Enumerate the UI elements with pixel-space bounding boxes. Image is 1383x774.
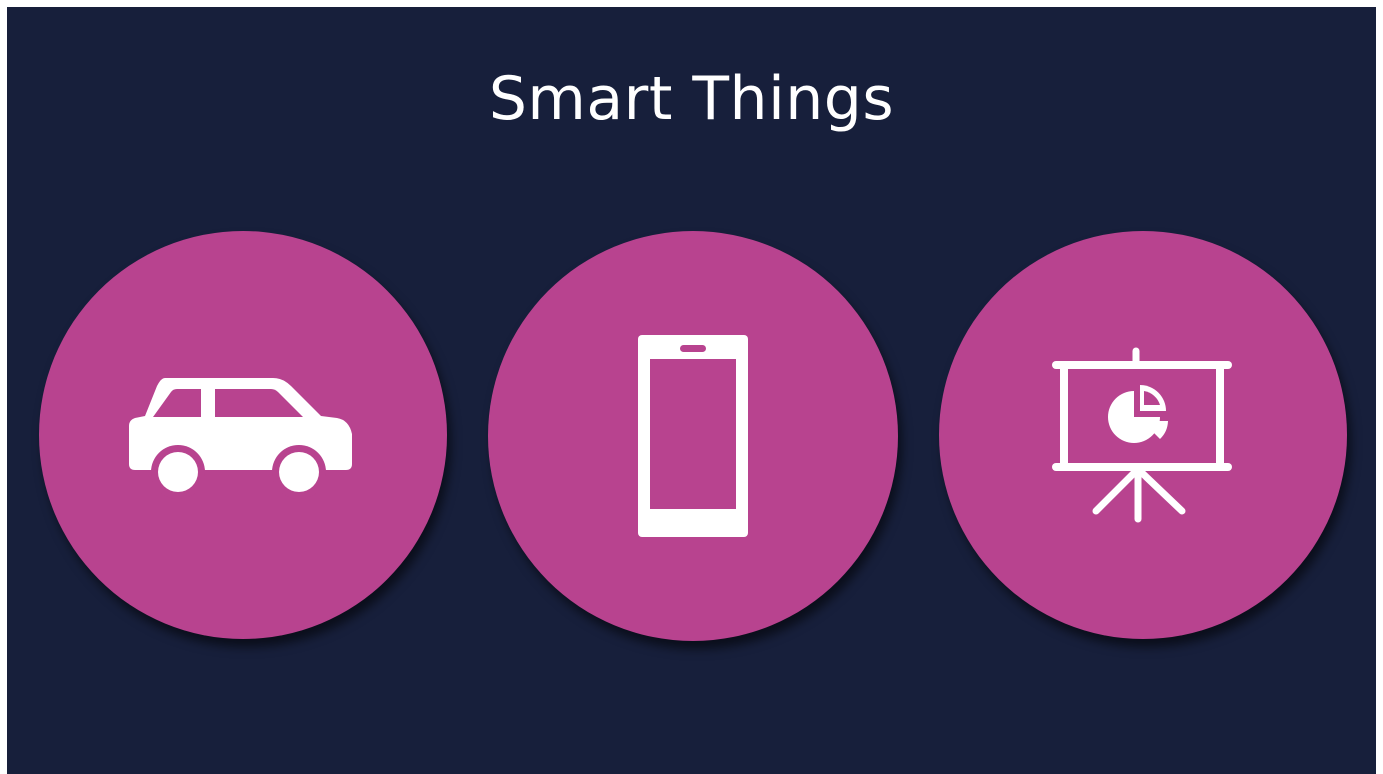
smartphone-circle bbox=[488, 231, 898, 641]
car-icon bbox=[129, 378, 352, 499]
car-circle bbox=[39, 231, 447, 639]
page-title: Smart Things bbox=[488, 64, 895, 134]
presentation-circle bbox=[939, 231, 1347, 639]
presentation-chart-icon bbox=[1052, 347, 1232, 523]
smartphone-icon bbox=[638, 335, 748, 537]
slide: Smart Things bbox=[7, 7, 1376, 774]
